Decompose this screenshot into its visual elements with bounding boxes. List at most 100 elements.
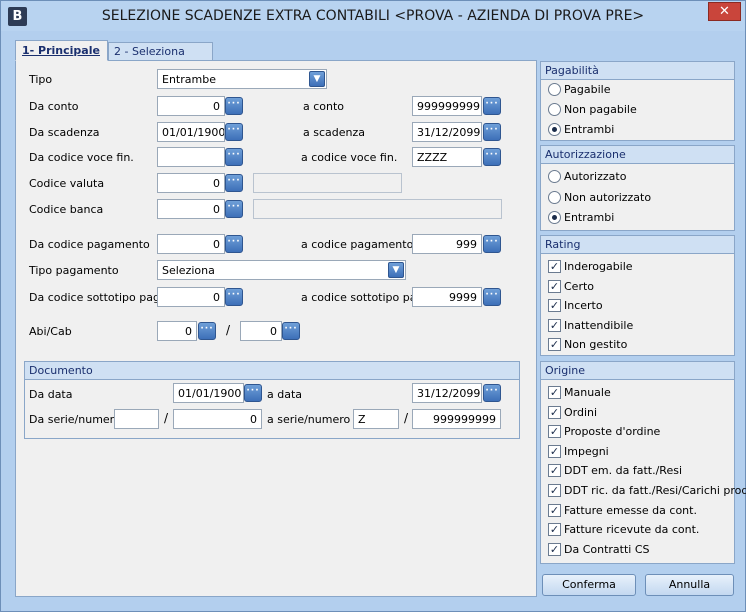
pagabilita-option-0[interactable]: Pagabile (548, 83, 610, 96)
tipo-pagamento-select[interactable]: Seleziona ▼ (157, 260, 406, 280)
rating-item-4[interactable]: ✓ Non gestito (548, 338, 627, 351)
da-codice-pag-label: Da codice pagamento (29, 238, 150, 251)
checkbox-checked-icon[interactable]: ✓ (548, 279, 561, 293)
radio-icon[interactable] (548, 103, 561, 116)
checkbox-checked-icon[interactable]: ✓ (548, 425, 561, 439)
origine-item-2[interactable]: ✓ Proposte d'ordine (548, 425, 660, 439)
origine-item-1[interactable]: ✓ Ordini (548, 405, 597, 419)
checkbox-checked-icon[interactable]: ✓ (548, 444, 561, 458)
cab-input[interactable]: 0 (240, 321, 282, 341)
pagabilita-option-2[interactable]: Entrambi (548, 123, 614, 136)
da-sottotipo-lookup-icon[interactable]: ··· (225, 288, 243, 306)
origine-item-6[interactable]: ✓ Fatture emesse da cont. (548, 503, 697, 517)
da-data-calendar-icon[interactable]: ··· (244, 384, 262, 402)
origine-item-0[interactable]: ✓ Manuale (548, 386, 611, 399)
radio-icon[interactable] (548, 83, 561, 96)
tab-seleziona-conti[interactable]: 2 - Seleziona conti (108, 42, 213, 71)
abi-lookup-icon[interactable]: ··· (198, 322, 216, 340)
checkbox-checked-icon[interactable]: ✓ (548, 299, 561, 312)
a-codice-voce-lookup-icon[interactable]: ··· (483, 148, 501, 166)
chevron-down-icon[interactable]: ▼ (309, 71, 325, 87)
radio-icon[interactable] (548, 211, 561, 224)
a-conto-lookup-icon[interactable]: ··· (483, 97, 501, 115)
radio-icon[interactable] (548, 123, 561, 136)
codice-valuta-lookup-icon[interactable]: ··· (225, 174, 243, 192)
origine-item-4[interactable]: ✓ DDT em. da fatt./Resi (548, 464, 682, 478)
da-codice-pag-input[interactable]: 0 (157, 234, 225, 254)
a-scadenza-label: a scadenza (303, 126, 365, 139)
a-serie-separator: / (404, 411, 409, 425)
checkbox-checked-icon[interactable]: ✓ (548, 338, 561, 351)
cancel-button[interactable]: Annulla (645, 574, 734, 596)
checkbox-checked-icon[interactable]: ✓ (548, 386, 561, 399)
a-sottotipo-input[interactable]: 9999 (412, 287, 482, 307)
checkbox-checked-icon[interactable]: ✓ (548, 484, 561, 497)
rating-item-2[interactable]: ✓ Incerto (548, 299, 603, 312)
checkbox-checked-icon[interactable]: ✓ (548, 260, 561, 273)
autorizzazione-option-0[interactable]: Autorizzato (548, 170, 626, 183)
codice-banca-lookup-icon[interactable]: ··· (225, 200, 243, 218)
codice-banca-input[interactable]: 0 (157, 199, 225, 219)
a-sottotipo-label: a codice sottotipo pag. (301, 291, 427, 304)
da-numero-input[interactable]: 0 (173, 409, 262, 429)
tipo-select[interactable]: Entrambe ▼ (157, 69, 327, 89)
origine-item-label: Fatture ricevute da cont. (564, 523, 700, 537)
tab-principale[interactable]: 1- Principale (15, 40, 108, 61)
origine-item-7[interactable]: ✓ Fatture ricevute da cont. (548, 523, 700, 537)
checkbox-checked-icon[interactable]: ✓ (548, 523, 561, 537)
a-numero-input[interactable]: 999999999 (412, 409, 501, 429)
a-codice-pag-input[interactable]: 999 (412, 234, 482, 254)
da-codice-pag-lookup-icon[interactable]: ··· (225, 235, 243, 253)
confirm-button[interactable]: Conferma (542, 574, 636, 596)
abi-input[interactable]: 0 (157, 321, 197, 341)
a-scadenza-calendar-icon[interactable]: ··· (483, 123, 501, 141)
rating-item-1[interactable]: ✓ Certo (548, 279, 594, 293)
a-sottotipo-lookup-icon[interactable]: ··· (483, 288, 501, 306)
autorizzazione-option-1[interactable]: Non autorizzato (548, 190, 651, 204)
checkbox-checked-icon[interactable]: ✓ (548, 318, 561, 332)
a-codice-voce-input[interactable]: ZZZZ (412, 147, 482, 167)
a-data-input[interactable]: 31/12/2099 (412, 383, 482, 403)
origine-item-3[interactable]: ✓ Impegni (548, 444, 609, 458)
rating-item-label: Non gestito (564, 338, 628, 351)
da-codice-voce-label: Da codice voce fin. (29, 151, 134, 164)
da-serie-input[interactable] (114, 409, 159, 429)
origine-item-8[interactable]: ✓ Da Contratti CS (548, 542, 650, 556)
documento-header: Documento (25, 362, 519, 380)
da-sottotipo-label: Da codice sottotipo pag. (29, 291, 164, 304)
title-bar: B SELEZIONE SCADENZE EXTRA CONTABILI <PR… (1, 1, 745, 31)
pagabilita-option-1[interactable]: Non pagabile (548, 103, 637, 116)
a-codice-pag-lookup-icon[interactable]: ··· (483, 235, 501, 253)
a-serie-label: a serie/numero (267, 413, 351, 426)
a-conto-input[interactable]: 999999999 (412, 96, 482, 116)
checkbox-checked-icon[interactable]: ✓ (548, 464, 561, 478)
radio-icon[interactable] (548, 170, 561, 183)
da-conto-input[interactable]: 0 (157, 96, 225, 116)
tipo-value: Entrambe (162, 73, 216, 86)
close-button[interactable]: ✕ (708, 2, 741, 21)
da-data-label: Da data (29, 388, 73, 401)
da-scadenza-input[interactable]: 01/01/1900 (157, 122, 225, 142)
da-data-input[interactable]: 01/01/1900 (173, 383, 244, 403)
da-serie-separator: / (164, 411, 169, 425)
rating-item-0[interactable]: ✓ Inderogabile (548, 260, 633, 273)
a-serie-input[interactable]: Z (353, 409, 399, 429)
autorizzazione-option-2[interactable]: Entrambi (548, 211, 614, 224)
radio-icon[interactable] (548, 190, 561, 204)
origine-item-5[interactable]: ✓ DDT ric. da fatt./Resi/Carichi prod. (548, 484, 746, 497)
da-conto-lookup-icon[interactable]: ··· (225, 97, 243, 115)
da-codice-voce-lookup-icon[interactable]: ··· (225, 148, 243, 166)
da-codice-voce-input[interactable] (157, 147, 225, 167)
rating-item-3[interactable]: ✓ Inattendibile (548, 318, 633, 332)
codice-valuta-input[interactable]: 0 (157, 173, 225, 193)
da-sottotipo-input[interactable]: 0 (157, 287, 225, 307)
checkbox-checked-icon[interactable]: ✓ (548, 503, 561, 517)
rating-item-label: Incerto (564, 299, 603, 312)
checkbox-checked-icon[interactable]: ✓ (548, 542, 561, 556)
a-scadenza-input[interactable]: 31/12/2099 (412, 122, 482, 142)
da-scadenza-calendar-icon[interactable]: ··· (225, 123, 243, 141)
checkbox-checked-icon[interactable]: ✓ (548, 405, 561, 419)
cab-lookup-icon[interactable]: ··· (282, 322, 300, 340)
chevron-down-icon[interactable]: ▼ (388, 262, 404, 278)
a-data-calendar-icon[interactable]: ··· (483, 384, 501, 402)
